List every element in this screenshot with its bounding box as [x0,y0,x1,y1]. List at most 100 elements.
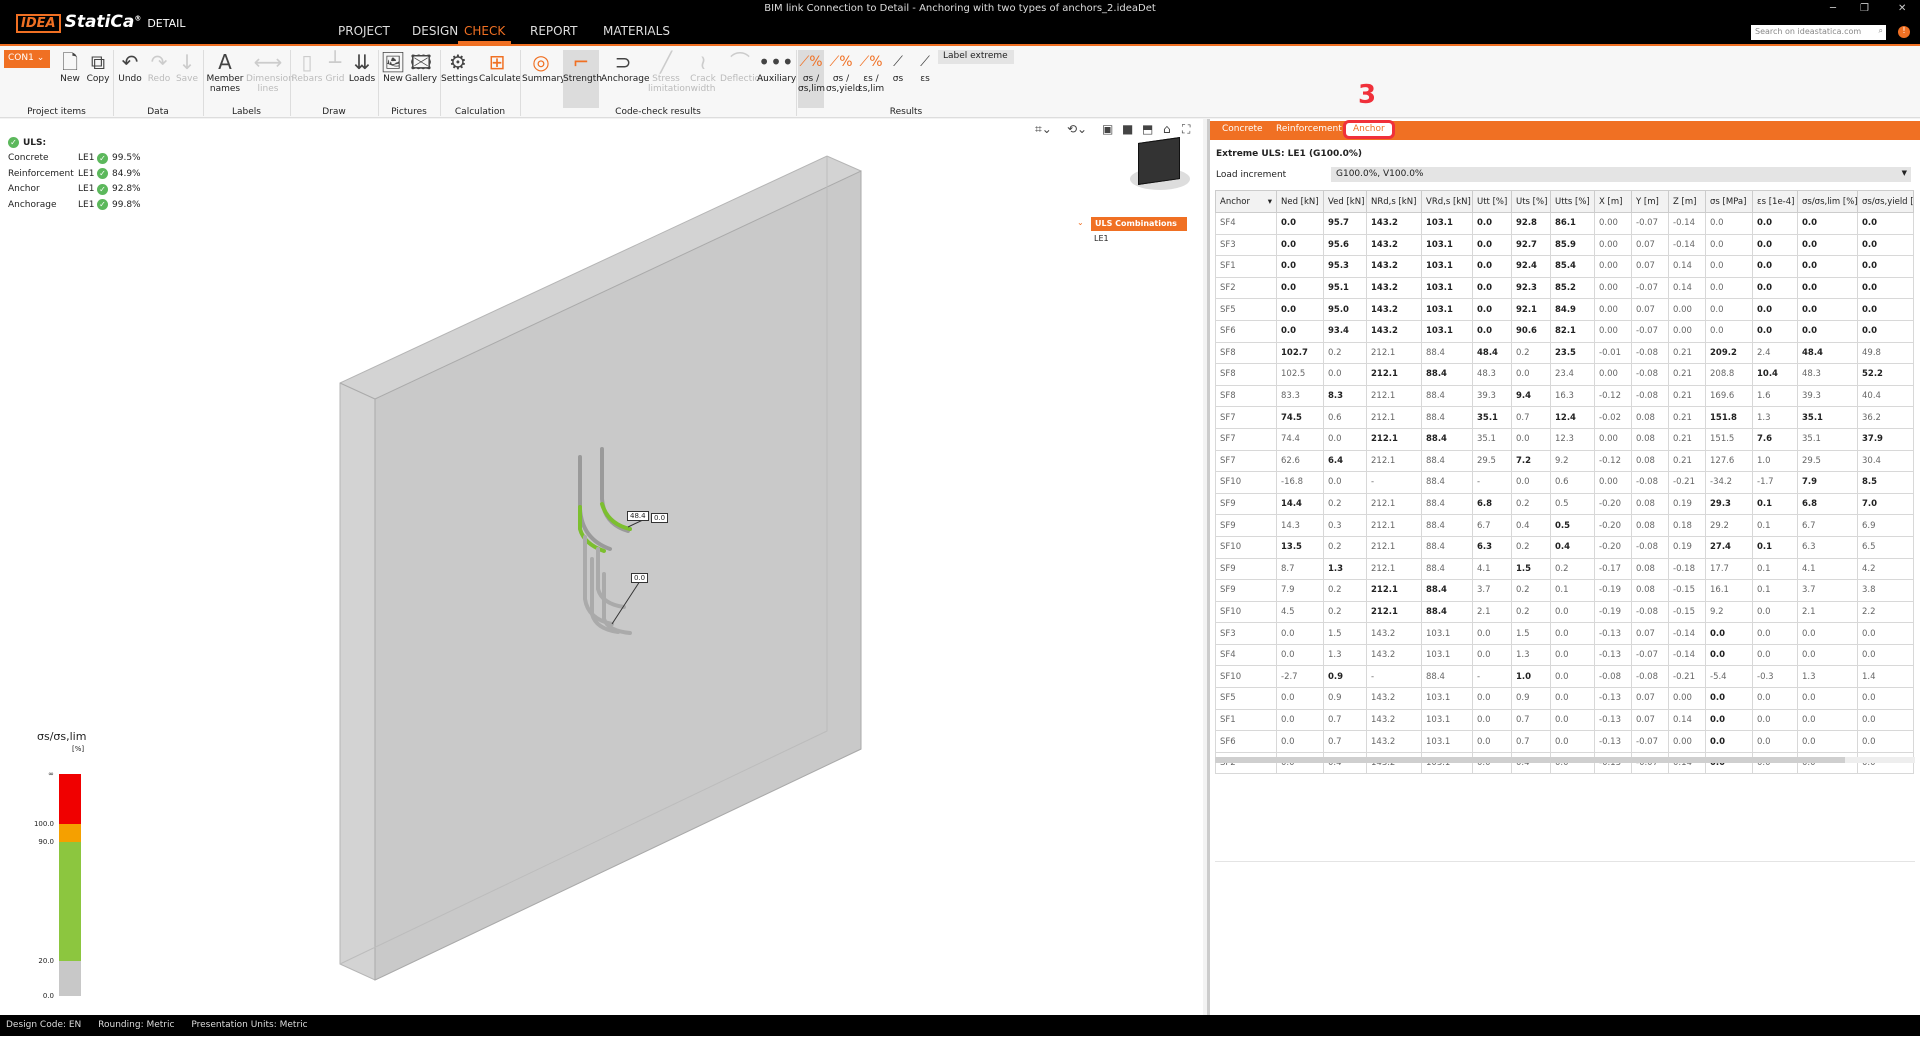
member-names-button[interactable]: A Member names [205,50,245,94]
table-row[interactable]: SF6 0.0 0.7 143.2 103.1 0.0 0.7 0.0 -0.13 -0.07 0.… [1215,730,1914,753]
table-row[interactable]: SF8 102.5 0.0 212.1 88.4 48.3 0.0 23.4 0.00 -0.08… [1215,363,1914,386]
table-row[interactable]: SF6 0.0 93.4 143.2 103.1 0.0 90.6 82.1 0.00 -0.07… [1215,319,1914,343]
column-header[interactable]: Utt [%] [1472,190,1512,213]
table-cell: 74.5 [1276,406,1324,429]
table-row[interactable]: SF4 0.0 95.7 143.2 103.1 0.0 92.8 86.1 0.00 -0.07… [1215,212,1914,235]
table-row[interactable]: SF4 0.0 1.3 143.2 103.1 0.0 1.3 0.0 -0.13 -0.07 -0… [1215,643,1914,667]
tab-anchor[interactable]: Anchor [1343,120,1395,139]
table-row[interactable]: SF7 74.5 0.6 212.1 88.4 35.1 0.7 12.4 -0.02 0.08 0… [1215,406,1914,429]
column-header[interactable]: σs/σs,yield [%] [1857,190,1914,213]
search-input[interactable]: Search on ideastatica.com ⌕ [1751,25,1886,40]
column-header[interactable]: Y [m] [1631,190,1669,213]
menu-design[interactable]: DESIGN [406,24,464,38]
column-header[interactable]: σs/σs,lim [%] [1797,190,1858,213]
table-row[interactable]: SF10 -16.8 0.0-88.4-0.0 0.6 0.00 -0.08 -0.21 -3… [1215,471,1914,494]
crop-icon[interactable]: ⌗⌄ [1035,122,1052,137]
restore-icon[interactable]: ❐ [1860,3,1869,14]
info-icon[interactable]: ! [1898,26,1910,38]
fullscreen-icon[interactable]: ⛶ [1182,122,1190,137]
column-header[interactable]: NRd,s [kN] [1366,190,1422,213]
result-strain-lim-button[interactable]: ⟋% εs / εs,lim [857,50,885,94]
dimension-lines-button[interactable]: ⟷ Dimension lines [246,50,294,94]
summary-button[interactable]: ◎ Summary [522,50,566,84]
table-row[interactable]: SF9 7.9 0.2 212.1 88.4 3.7 0.2 0.1 -0.19 0.08 -0.1… [1215,579,1914,602]
column-header[interactable]: Anchor ▾ [1215,190,1277,213]
column-header[interactable]: Utts [%] [1550,190,1595,213]
menu-materials[interactable]: MATERIALS [597,24,676,38]
menu-report[interactable]: REPORT [524,24,583,38]
tab-concrete[interactable]: Concrete [1222,124,1263,134]
3d-viewport[interactable]: ✓ ULS: Concrete LE1 ✓ 99.5% Reinforcement LE1 ✓… [0,119,1203,1015]
table-cell: 0.14 [1668,276,1706,300]
gallery-button[interactable]: 🖾 Gallery [404,50,438,84]
connection-select[interactable]: CON1 ⌄ [4,50,50,68]
table-row[interactable]: SF10 -2.7 0.9-88.4-1.0 0.0 -0.08 -0.08 -0.21 -5… [1215,665,1914,689]
column-header[interactable]: Z [m] [1668,190,1706,213]
table-cell: -0.13 [1594,622,1632,645]
table-cell: 0.0 [1705,255,1753,278]
save-button[interactable]: ↓ Save [170,50,204,84]
column-header[interactable]: Ned [kN] [1276,190,1324,213]
combination-item[interactable]: LE1 [1094,234,1109,243]
loads-button[interactable]: ⇊ Loads [345,50,379,84]
rotate-icon[interactable]: ⟲⌄ [1067,122,1087,136]
anchorage-button[interactable]: ⊃ Anchorage [601,50,650,84]
table-row[interactable]: SF8 102.7 0.2 212.1 88.4 48.4 0.2 23.5 -0.01 -0.0… [1215,341,1914,365]
result-strain-button[interactable]: ⟋ εs [912,50,938,84]
table-row[interactable]: SF2 0.0 95.1 143.2 103.1 0.0 92.3 85.2 0.00 -0.07… [1215,276,1914,300]
table-row[interactable]: SF9 8.7 1.3 212.1 88.4 4.1 1.5 0.2 -0.17 0.08 -0.1… [1215,557,1914,581]
strength-button[interactable]: ⌐ Strength [563,50,602,108]
table-row[interactable]: SF9 14.4 0.2 212.1 88.4 6.8 0.2 0.5 -0.20 0.08 0.1… [1215,492,1914,516]
scrollbar-thumb[interactable] [1215,757,1845,763]
table-row[interactable]: SF2 0.0 0.4 143.2 103.1 0.0 0.4 0.0 -0.13 -0.07 0.… [1215,751,1914,775]
navigation-cube[interactable] [1138,137,1180,185]
deflection-button[interactable]: ⌒ Deflection [720,50,766,84]
table-cell: 103.1 [1421,319,1473,343]
column-header[interactable]: X [m] [1594,190,1632,213]
auxiliary-button[interactable]: ••• Auxiliary [757,50,796,84]
table-row[interactable]: SF10 4.5 0.2 212.1 88.4 2.1 0.2 0.0 -0.19 -0.08 -0… [1215,600,1914,624]
tab-reinforcement[interactable]: Reinforcement [1276,124,1342,134]
section-icon[interactable]: ⬒ [1142,122,1153,136]
solid-icon[interactable]: ■ [1122,122,1133,136]
column-header[interactable]: VRd,s [kN] [1421,190,1473,213]
filter-icon[interactable]: ▾ [1268,197,1272,207]
column-header[interactable]: Uts [%] [1511,190,1551,213]
table-row[interactable]: SF7 62.6 6.4 212.1 88.4 29.5 7.2 9.2 -0.12 0.08 0.… [1215,449,1914,473]
table-row[interactable]: SF10 13.5 0.2 212.1 88.4 6.3 0.2 0.4 -0.20 -0.08 0… [1215,535,1914,559]
table-cell: 95.3 [1323,255,1367,278]
column-header[interactable]: Ved [kN] [1323,190,1367,213]
result-stress-lim-button[interactable]: ⟋% σs / σs,lim [798,50,825,108]
table-row[interactable]: SF1 0.0 0.7 143.2 103.1 0.0 0.7 0.0 -0.13 0.07 0.1… [1215,708,1914,732]
menu-check[interactable]: CHECK [458,24,512,44]
wireframe-icon[interactable]: ▣ [1102,122,1113,136]
stress-limitation-button[interactable]: ╱ Stress limitation [648,50,691,94]
result-stress-yield-button[interactable]: ⟋% σs / σs,yield [826,50,861,94]
result-tabs: Concrete Reinforcement Anchor [1210,120,1920,140]
home-icon[interactable]: ⌂ [1163,122,1171,136]
uls-combinations-header[interactable]: ULS Combinations [1091,217,1187,231]
table-row[interactable]: SF9 14.3 0.3 212.1 88.4 6.7 0.4 0.5 -0.20 0.08 0.1… [1215,514,1914,537]
calculate-button[interactable]: ⊞ Calculate [479,50,521,84]
settings-button[interactable]: ⚙ Settings [441,50,478,84]
table-cell: 7.9 [1276,579,1324,602]
result-stress-button[interactable]: ⟋ σs [885,50,911,84]
menu-project[interactable]: PROJECT [332,24,396,38]
column-header[interactable]: σs [MPa] [1705,190,1753,213]
crack-width-button[interactable]: ≀ Crack width [686,50,720,94]
horizontal-scrollbar[interactable] [1215,757,1915,763]
minimize-icon[interactable]: ─ [1830,3,1836,14]
table-row[interactable]: SF3 0.0 95.6 143.2 103.1 0.0 92.7 85.9 0.00 0.07-… [1215,233,1914,257]
label-extreme-toggle[interactable]: Label extreme [938,50,1014,64]
load-increment-select[interactable]: G100.0%, V100.0% ▼ [1331,167,1911,182]
table-row[interactable]: SF5 0.0 0.9 143.2 103.1 0.0 0.9 0.0 -0.13 0.07 0.0… [1215,687,1914,710]
table-row[interactable]: SF7 74.4 0.0 212.1 88.4 35.1 0.0 12.3 0.00 0.08 0.… [1215,427,1914,451]
close-icon[interactable]: ✕ [1898,3,1906,14]
table-row[interactable]: SF8 83.3 8.3 212.1 88.4 39.3 9.4 16.3 -0.12 -0.08… [1215,384,1914,408]
column-header[interactable]: εs [1e-4] [1752,190,1798,213]
table-row[interactable]: SF5 0.0 95.0 143.2 103.1 0.0 92.1 84.9 0.00 0.07 0… [1215,298,1914,321]
chevron-down-icon[interactable]: ⌄ [1077,218,1084,227]
table-row[interactable]: SF1 0.0 95.3 143.2 103.1 0.0 92.4 85.4 0.00 0.07 0… [1215,255,1914,278]
table-row[interactable]: SF3 0.0 1.5 143.2 103.1 0.0 1.5 0.0 -0.13 0.07 -0.… [1215,622,1914,645]
copy-button[interactable]: ⧉ Copy [81,50,115,84]
